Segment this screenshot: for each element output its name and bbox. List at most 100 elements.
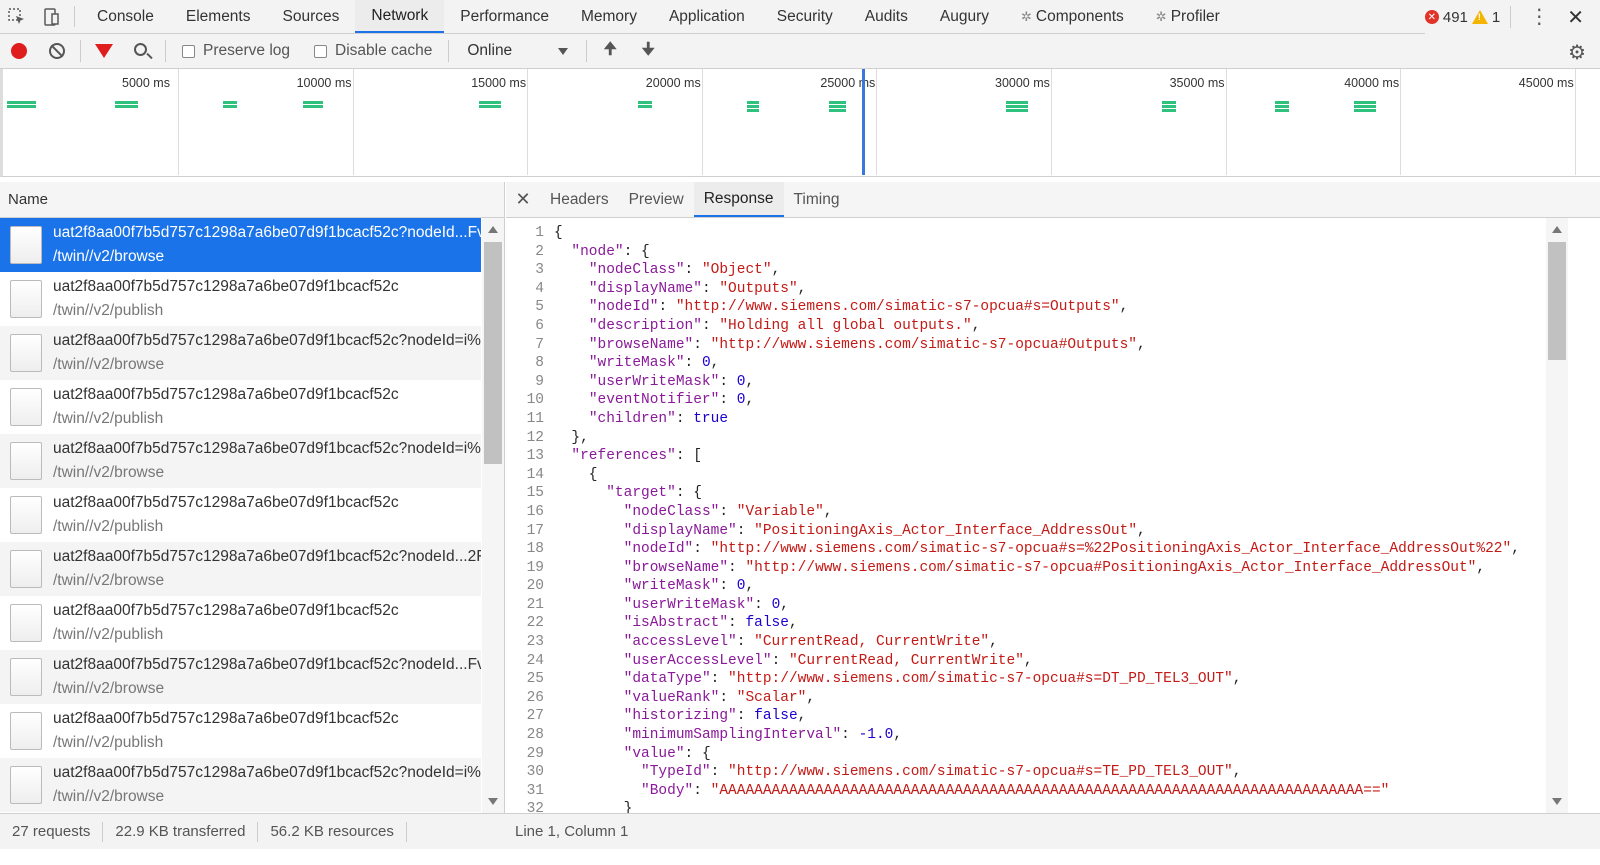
- request-row[interactable]: uat2f8aa00f7b5d757c1298a7a6be07d9f1bcacf…: [0, 434, 481, 488]
- request-row[interactable]: uat2f8aa00f7b5d757c1298a7a6be07d9f1bcacf…: [0, 218, 481, 272]
- resources-size: 56.2 KB resources: [258, 821, 407, 842]
- request-row[interactable]: uat2f8aa00f7b5d757c1298a7a6be07d9f1bcacf…: [0, 758, 481, 812]
- request-timing-bar: [747, 105, 759, 108]
- tab-elements[interactable]: Elements: [170, 0, 267, 33]
- throttling-select[interactable]: Online: [453, 42, 582, 60]
- tab-sources[interactable]: Sources: [267, 0, 356, 33]
- export-har-button[interactable]: 🠋: [629, 34, 667, 69]
- timeline-gridline: [527, 69, 529, 175]
- tab-label: Network: [371, 6, 429, 24]
- request-path: /twin//v2/browse: [53, 788, 165, 805]
- tab-preview[interactable]: Preview: [619, 182, 694, 217]
- request-path: /twin//v2/publish: [53, 410, 164, 427]
- request-name: uat2f8aa00f7b5d757c1298a7a6be07d9f1bcacf…: [53, 494, 399, 511]
- tab-performance[interactable]: Performance: [444, 0, 565, 33]
- requests-scrollbar[interactable]: [482, 218, 504, 813]
- scroll-up-icon[interactable]: [488, 226, 498, 233]
- tab-memory[interactable]: Memory: [565, 0, 653, 33]
- scroll-up-icon[interactable]: [1552, 226, 1562, 233]
- name-column-header[interactable]: Name: [0, 182, 504, 218]
- response-body-viewer[interactable]: 1 2 3 4 5 6 7 8 9 10 11 12 13 14 15 16 17 18 19 20 21 22 23 24 2…: [506, 218, 1546, 813]
- request-name: uat2f8aa00f7b5d757c1298a7a6be07d9f1bcacf…: [53, 710, 399, 727]
- checkbox-box[interactable]: [182, 44, 195, 58]
- tab-profiler[interactable]: ✲ Profiler: [1140, 0, 1236, 33]
- source-line: "nodeClass": "Variable",: [623, 503, 833, 520]
- request-timing-bar: [747, 101, 759, 104]
- filter-icon: [95, 44, 113, 58]
- request-name: uat2f8aa00f7b5d757c1298a7a6be07d9f1bcacf…: [53, 656, 481, 673]
- more-options-icon[interactable]: ⋮: [1521, 7, 1557, 27]
- clear-icon: [49, 43, 65, 59]
- error-counter[interactable]: ✕ 491 ! 1: [1424, 9, 1500, 26]
- tab-response[interactable]: Response: [693, 182, 784, 217]
- tab-components[interactable]: ✲ Components: [1005, 0, 1140, 33]
- timeline-tick-label: 45000 ms: [1518, 76, 1574, 90]
- tab-network[interactable]: Network: [355, 0, 445, 33]
- clear-button[interactable]: [38, 34, 76, 69]
- file-icon: [10, 496, 42, 534]
- tab-augury[interactable]: Augury: [924, 0, 1005, 33]
- tab-label: Preview: [628, 190, 684, 208]
- request-name: uat2f8aa00f7b5d757c1298a7a6be07d9f1bcacf…: [53, 386, 399, 403]
- line-number: 19: [526, 559, 544, 576]
- scrollbar-thumb[interactable]: [484, 242, 502, 464]
- tab-label: Profiler: [1170, 7, 1220, 25]
- request-name: uat2f8aa00f7b5d757c1298a7a6be07d9f1bcacf…: [53, 764, 481, 781]
- tab-label: Security: [776, 7, 833, 25]
- response-scrollbar[interactable]: [1546, 218, 1568, 813]
- devtools-tab-bar: Console Elements Sources Network Perform…: [0, 0, 1600, 34]
- line-number: 27: [526, 708, 544, 725]
- tab-security[interactable]: Security: [761, 0, 849, 33]
- tab-label: Application: [668, 7, 745, 25]
- tab-audits[interactable]: Audits: [849, 0, 924, 33]
- close-detail-icon[interactable]: ✕: [506, 182, 540, 217]
- request-row[interactable]: uat2f8aa00f7b5d757c1298a7a6be07d9f1bcacf…: [0, 380, 481, 434]
- device-toolbar-icon[interactable]: [34, 0, 68, 33]
- disable-cache-checkbox[interactable]: Disable cache: [302, 42, 444, 60]
- settings-gear-icon[interactable]: ⚙: [1568, 40, 1586, 65]
- preserve-log-checkbox[interactable]: Preserve log: [170, 42, 302, 60]
- line-number: 2: [535, 243, 544, 260]
- request-row[interactable]: uat2f8aa00f7b5d757c1298a7a6be07d9f1bcacf…: [0, 272, 481, 326]
- tab-application[interactable]: Application: [653, 0, 761, 33]
- line-number: 16: [526, 503, 544, 520]
- timeline-gridline: [1225, 69, 1227, 175]
- source-line: "valueRank": "Scalar",: [623, 689, 816, 706]
- scrollbar-thumb[interactable]: [1548, 242, 1566, 360]
- scroll-down-icon[interactable]: [1552, 798, 1562, 805]
- line-number: 20: [526, 578, 544, 595]
- timeline-gridline: [1051, 69, 1052, 175]
- record-button[interactable]: [0, 34, 38, 69]
- request-row[interactable]: uat2f8aa00f7b5d757c1298a7a6be07d9f1bcacf…: [0, 488, 481, 542]
- source-line: "writeMask": 0,: [588, 355, 720, 372]
- inspect-element-icon[interactable]: [0, 0, 34, 33]
- filter-button[interactable]: [85, 34, 123, 69]
- tab-label: Augury: [939, 7, 989, 25]
- import-har-button[interactable]: 🠉: [591, 34, 629, 69]
- request-row[interactable]: uat2f8aa00f7b5d757c1298a7a6be07d9f1bcacf…: [0, 596, 481, 650]
- checkbox-box[interactable]: [314, 44, 328, 58]
- request-name: uat2f8aa00f7b5d757c1298a7a6be07d9f1bcacf…: [53, 440, 481, 457]
- request-row[interactable]: uat2f8aa00f7b5d757c1298a7a6be07d9f1bcacf…: [0, 326, 481, 380]
- request-timing-bar: [1275, 105, 1289, 108]
- response-source[interactable]: { "node": { "nodeClass": "Object", "disp…: [554, 224, 1520, 813]
- request-row[interactable]: uat2f8aa00f7b5d757c1298a7a6be07d9f1bcacf…: [0, 650, 481, 704]
- tab-headers[interactable]: Headers: [540, 182, 619, 217]
- search-button[interactable]: [123, 34, 161, 69]
- request-path: /twin//v2/publish: [53, 626, 164, 643]
- scroll-down-icon[interactable]: [488, 798, 498, 805]
- request-timing-bar: [223, 101, 237, 104]
- network-overview-timeline[interactable]: 5000 ms 10000 ms 15000 ms 20000 ms 25000 ms 3…: [0, 69, 1600, 177]
- tab-timing[interactable]: Timing: [784, 182, 850, 217]
- request-row[interactable]: uat2f8aa00f7b5d757c1298a7a6be07d9f1bcacf…: [0, 542, 481, 596]
- close-devtools-icon[interactable]: ✕: [1563, 5, 1588, 30]
- request-timing-bar: [7, 105, 36, 108]
- timeline-tick-label: 25000 ms: [820, 76, 876, 90]
- source-line: "displayName": "PositioningAxis_Actor_In…: [623, 522, 1146, 539]
- line-number: 26: [526, 689, 544, 706]
- request-timing-bar: [1162, 105, 1176, 108]
- tab-console[interactable]: Console: [81, 0, 170, 33]
- source-line: "dataType": "http://www.siemens.com/sima…: [623, 671, 1242, 688]
- request-row[interactable]: uat2f8aa00f7b5d757c1298a7a6be07d9f1bcacf…: [0, 704, 481, 758]
- timeline-tick-label: 20000 ms: [645, 76, 701, 90]
